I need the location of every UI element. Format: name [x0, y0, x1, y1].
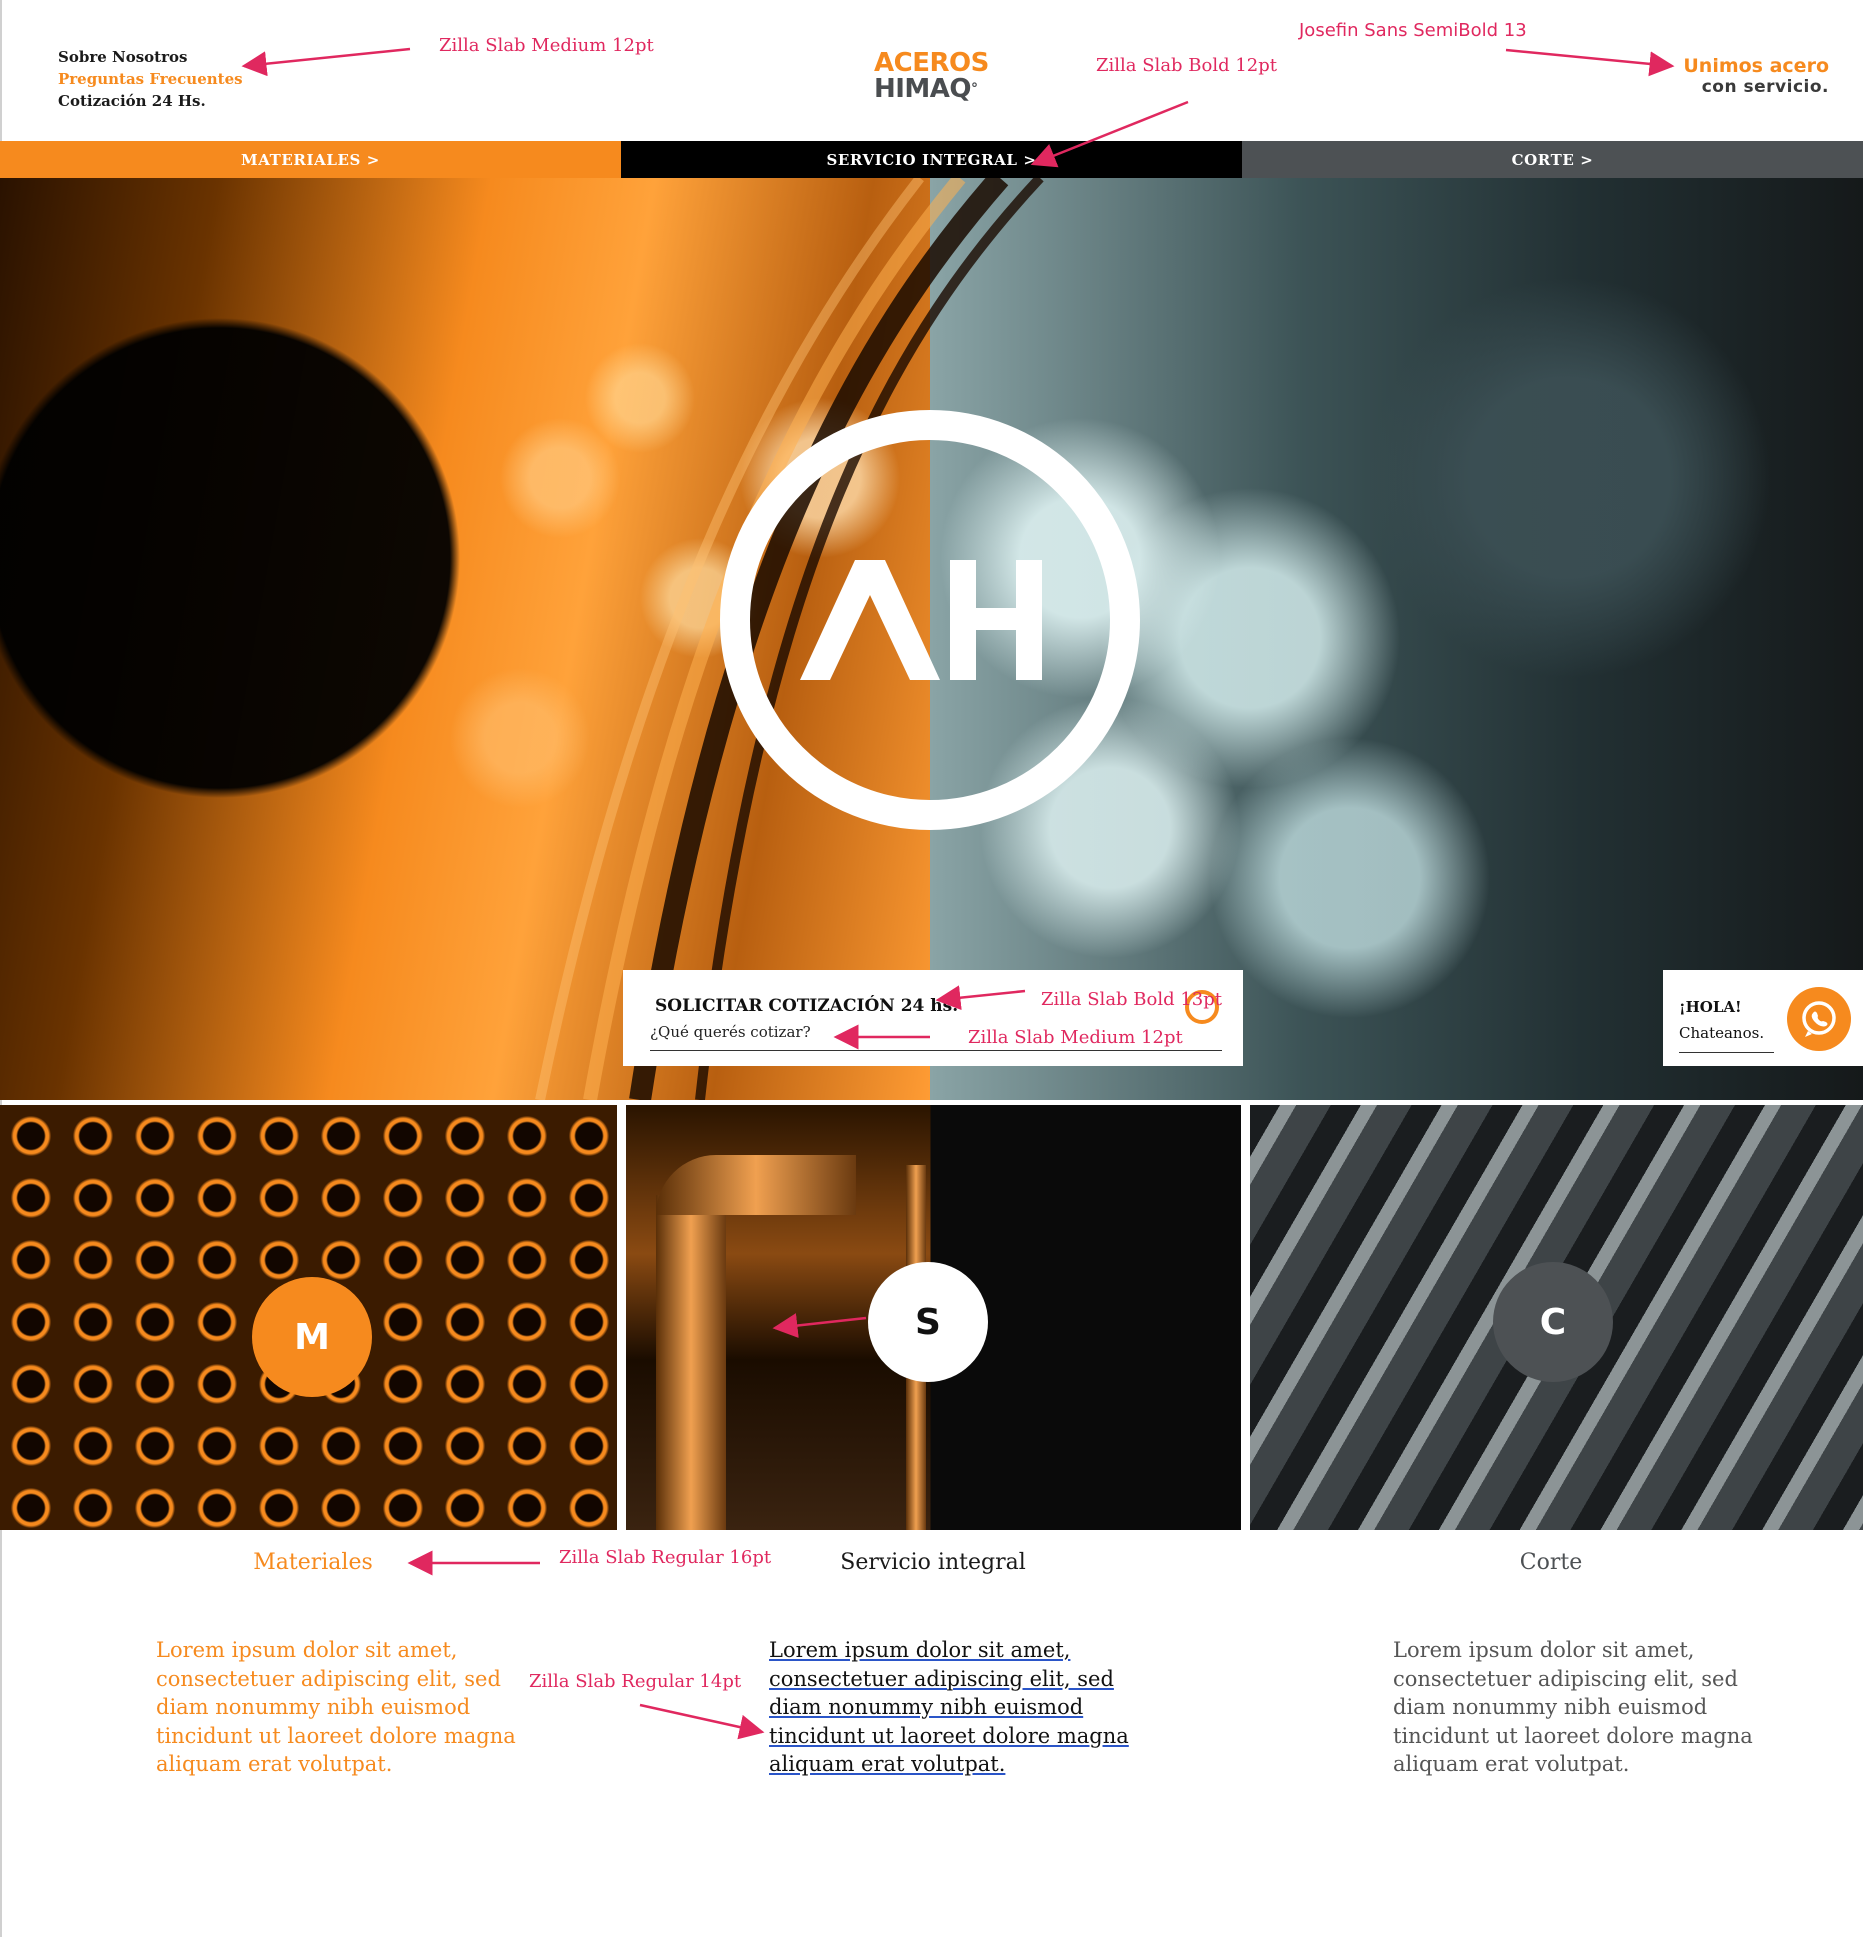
annotation-links-font: Zilla Slab Medium 12pt — [439, 35, 654, 56]
annotation-titles-font: Zilla Slab Regular 16pt — [559, 1547, 772, 1568]
annotation-nav-font: Zilla Slab Bold 12pt — [1096, 55, 1278, 76]
annotation-quote-title-font: Zilla Slab Bold 13pt — [1041, 989, 1223, 1010]
annotation-tagline-font: Josefin Sans SemiBold 13 — [1299, 20, 1527, 41]
annotation-quote-sub-font: Zilla Slab Medium 12pt — [968, 1027, 1183, 1048]
annotation-arrows — [241, 47, 1675, 1740]
annotation-body-font: Zilla Slab Regular 14pt — [529, 1671, 742, 1692]
